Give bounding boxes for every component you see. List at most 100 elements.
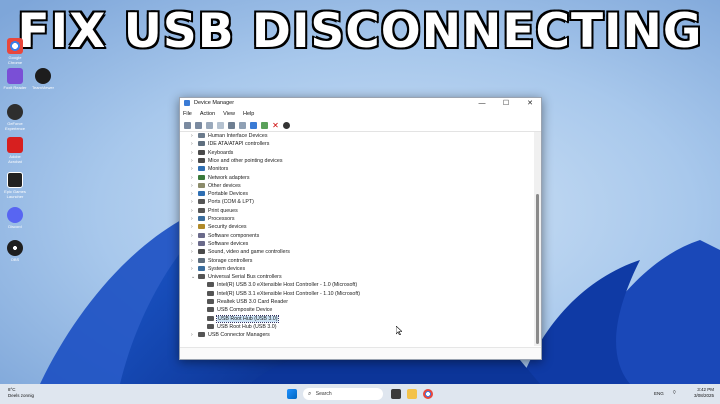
tree-item-label: Intel(R) USB 3.1 eXtensible Host Control… [217, 290, 361, 297]
tree-category[interactable]: › Other devices [191, 182, 241, 190]
tree-item-label: Software components [208, 232, 260, 239]
file-explorer-icon[interactable] [407, 389, 417, 399]
device-icon [198, 265, 205, 271]
discord-icon [7, 207, 23, 223]
tree-device[interactable]: Realtek USB 3.0 Card Reader [200, 298, 288, 306]
tree-category[interactable]: › Processors [191, 215, 235, 223]
tree-category[interactable]: › USB Connector Managers [191, 331, 270, 339]
tree-category[interactable]: › System devices [191, 265, 245, 273]
device-icon [198, 191, 205, 197]
desktop-icon-discord[interactable]: Discord [2, 207, 28, 229]
close-button[interactable]: ✕ [519, 98, 541, 109]
expand-icon[interactable]: › [191, 240, 198, 248]
properties-sheet-icon[interactable] [239, 121, 246, 129]
start-icon[interactable] [287, 389, 297, 399]
tree-category[interactable]: › Portable Devices [191, 190, 248, 198]
clock-date: 3/08/2025 [693, 393, 714, 398]
desktop-icon-teamviewer[interactable]: TeamViewer [30, 68, 56, 90]
expand-icon[interactable]: › [191, 265, 198, 273]
menu-file[interactable]: File [183, 111, 192, 117]
tree-device[interactable]: Intel(R) USB 3.1 eXtensible Host Control… [200, 290, 360, 298]
tree-category[interactable]: ⌄ Universal Serial Bus controllers [191, 273, 282, 281]
menu-help[interactable]: Help [243, 111, 254, 117]
scrollbar-thumb[interactable] [536, 194, 539, 344]
disable-device-icon[interactable] [283, 121, 290, 129]
task-view-icon[interactable] [391, 389, 401, 399]
vertical-scrollbar[interactable] [534, 132, 541, 346]
tree-category[interactable]: › IDE ATA/ATAPI controllers [191, 140, 269, 148]
scan-hardware-icon[interactable] [250, 121, 257, 129]
expand-icon[interactable]: › [191, 140, 198, 148]
tree-category[interactable]: › Human Interface Devices [191, 132, 267, 140]
maximize-button[interactable]: ☐ [495, 98, 517, 109]
expand-icon[interactable]: › [191, 331, 198, 339]
title-bar[interactable]: Device Manager — ☐ ✕ [180, 98, 541, 109]
tree-item-label: USB Connector Managers [208, 332, 270, 339]
expand-icon[interactable]: › [191, 248, 198, 256]
taskbar-search[interactable]: ⌕ Search [303, 388, 383, 400]
tree-category[interactable]: › Keyboards [191, 149, 233, 157]
back-icon[interactable] [184, 121, 191, 129]
device-icon [198, 166, 205, 172]
tree-category[interactable]: › Software devices [191, 240, 248, 248]
expand-icon[interactable]: › [191, 223, 198, 231]
tree-item-label: IDE ATA/ATAPI controllers [208, 141, 270, 148]
expand-icon[interactable]: › [191, 190, 198, 198]
tree-item-label: System devices [208, 265, 246, 272]
tree-category[interactable]: › Mice and other pointing devices [191, 157, 283, 165]
tree-category[interactable]: › Storage controllers [191, 257, 252, 265]
network-icon[interactable]: ⌔ [672, 390, 677, 396]
desktop-icon-acrobat[interactable]: Adobe Acrobat [2, 137, 28, 164]
minimize-button[interactable]: — [471, 98, 493, 109]
tree-device[interactable]: USB Composite Device [200, 306, 272, 314]
tree-item-label: Keyboards [208, 149, 234, 156]
tree-device[interactable]: USB Root Hub (USB 3.0) [200, 323, 276, 331]
expand-icon[interactable]: › [191, 182, 198, 190]
list-view-icon[interactable] [217, 121, 224, 129]
tree-device[interactable]: USB Root Hub (USB 3.0) [200, 314, 280, 323]
tree-category[interactable]: › Print queues [191, 207, 238, 215]
tree-device[interactable]: Intel(R) USB 3.0 eXtensible Host Control… [200, 281, 357, 289]
pdf-icon [7, 137, 23, 153]
desktop-icon-obs[interactable]: OBS [2, 240, 28, 262]
tree-category[interactable]: › Sound, video and game controllers [191, 248, 290, 256]
help-icon[interactable] [228, 121, 235, 129]
tree-category[interactable]: › Security devices [191, 223, 247, 231]
epic-icon [7, 172, 23, 188]
update-driver-icon[interactable] [261, 121, 268, 129]
expand-icon[interactable]: › [191, 149, 198, 157]
collapse-icon[interactable]: ⌄ [191, 273, 198, 281]
desktop-icon-epic[interactable]: Epic Games Launcher [2, 172, 28, 199]
tree-item-label: Universal Serial Bus controllers [208, 274, 282, 281]
expand-icon[interactable]: › [191, 207, 198, 215]
properties-icon[interactable] [206, 121, 213, 129]
weather-widget[interactable]: 8°C Deels zonnig [8, 387, 34, 399]
tree-item-label: USB Composite Device [217, 307, 273, 314]
forward-icon[interactable] [195, 121, 202, 129]
expand-icon[interactable]: › [191, 165, 198, 173]
expand-icon[interactable]: › [191, 215, 198, 223]
expand-icon[interactable]: › [191, 257, 198, 265]
video-title-overlay: FIX USB DISCONNECTING [16, 3, 703, 61]
expand-icon[interactable]: › [191, 157, 198, 165]
tree-category[interactable]: › Ports (COM & LPT) [191, 198, 254, 206]
language-indicator[interactable]: ENG [654, 391, 664, 397]
menu-bar: File Action View Help [180, 109, 541, 119]
expand-icon[interactable]: › [191, 198, 198, 206]
chrome-taskbar-icon[interactable] [423, 389, 433, 399]
menu-view[interactable]: View [223, 111, 235, 117]
desktop-icon-foxit[interactable]: Foxit Reader [2, 68, 28, 90]
tree-category[interactable]: › Software components [191, 232, 259, 240]
expand-icon[interactable]: › [191, 232, 198, 240]
desktop-icon-chrome[interactable]: Google Chrome [2, 38, 28, 65]
tree-category[interactable]: › Monitors [191, 165, 228, 173]
expand-icon[interactable]: › [191, 132, 198, 140]
app-icon [7, 68, 23, 84]
mouse-cursor-icon [396, 326, 402, 335]
expand-icon[interactable]: › [191, 174, 198, 182]
uninstall-icon[interactable]: ✕ [272, 121, 279, 129]
tree-category[interactable]: › Network adapters [191, 174, 250, 182]
clock[interactable]: 3:42 PM 3/08/2025 [694, 387, 714, 399]
desktop-icon-geforce[interactable]: GeForce Experience [2, 104, 28, 131]
menu-action[interactable]: Action [200, 111, 215, 117]
